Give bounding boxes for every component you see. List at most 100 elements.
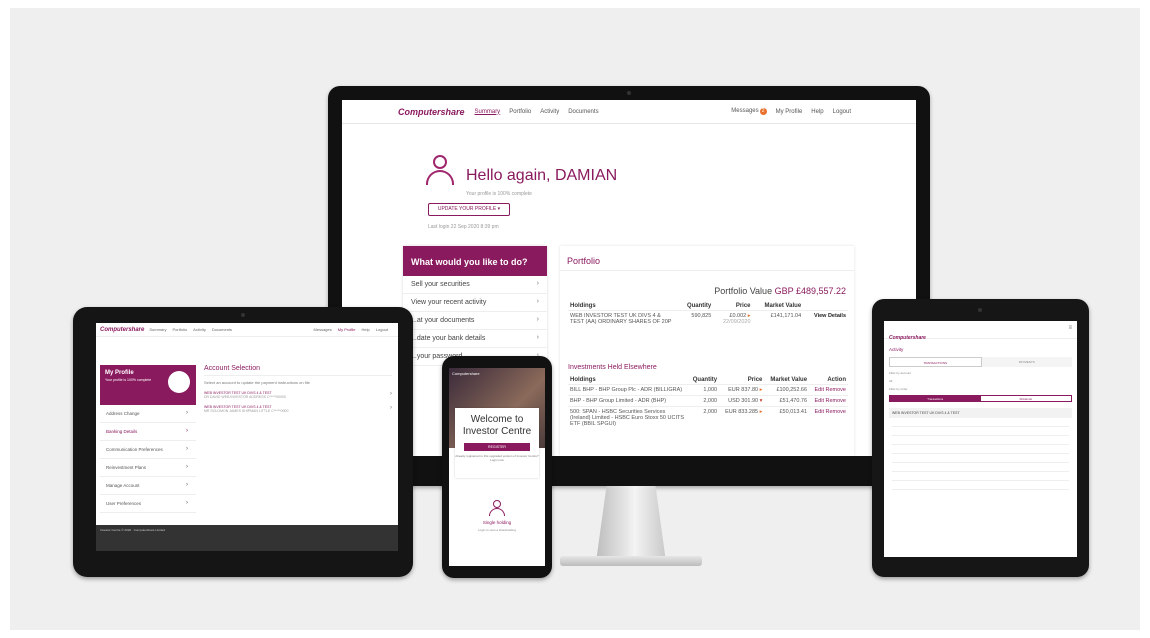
action-bank-details[interactable]: ...date your bank details › [403, 330, 547, 348]
toggle-dividends[interactable]: Dividends [981, 396, 1072, 401]
account-row[interactable]: WEB INVESTOR TEST UK DIVS 4 & TEST MR SOL… [204, 405, 392, 413]
tablet-device: Computershare Summary Portfolio Activity… [73, 307, 413, 577]
holding-name: BHP - BHP Group Limited - ADR (BHP) [568, 395, 688, 407]
filter-account-select[interactable]: All [884, 377, 1077, 385]
menu-address-change[interactable]: Address Change › [100, 405, 196, 423]
nav-my-profile[interactable]: My Profile [776, 109, 803, 115]
menu-manage-account[interactable]: Manage Account › [100, 477, 196, 495]
holding-value: £141,171.04 [752, 310, 804, 327]
logo[interactable]: Computershare [398, 107, 465, 117]
arrow-down-icon: ▾ [759, 398, 763, 404]
nav-portfolio[interactable]: Portfolio [509, 109, 531, 115]
single-holding-link[interactable]: Single holding [449, 520, 545, 525]
chevron-down-icon: ▾ [497, 206, 501, 212]
menu-label: Communication Preferences [106, 447, 163, 452]
edit-remove-links[interactable]: Edit Remove [809, 406, 848, 429]
nav-messages[interactable]: Messages [314, 327, 332, 332]
filter-order-label: Filter by order [889, 387, 908, 391]
table-row [892, 418, 1069, 427]
action-label: ...at your documents [411, 317, 475, 324]
account-accordion[interactable]: WEB INVESTOR TEST UK DIVS 4 & TEST [889, 408, 1072, 418]
nav-summary[interactable]: Summary [475, 109, 501, 115]
col-holdings: Holdings [570, 303, 596, 309]
chevron-right-icon: › [536, 334, 539, 341]
table-row: WEB INVESTOR TEST UK DIVS 4 & TEST (AA) … [568, 310, 848, 327]
menu-banking-details[interactable]: Banking Details › [100, 423, 196, 441]
holding-qty: 1,000 [688, 384, 720, 396]
chevron-right-icon: › [186, 482, 188, 488]
nav-messages-label: Messages [731, 108, 759, 114]
tab-transactions[interactable]: TRANSACTIONS [889, 357, 982, 367]
nav-summary[interactable]: Summary [149, 327, 166, 332]
menu-user-preferences[interactable]: User Preferences › [100, 495, 196, 513]
desktop-monitor: Computershare Summary Portfolio Activity… [328, 86, 930, 486]
update-profile-button[interactable]: UPDATE YOUR PROFILE ▾ [428, 203, 510, 216]
tablet-portrait-device: Computershare ≡ Activity TRANSACTIONS PA… [872, 299, 1089, 577]
action-documents[interactable]: ...at your documents › [403, 312, 547, 330]
view-details-link[interactable]: View Details [803, 310, 848, 327]
user-icon [426, 155, 454, 185]
holding-qty: 590,825 [678, 310, 714, 327]
table-row: BILL BHP - BHP Group Plc - ADR (BILLIGRA… [568, 384, 848, 396]
tab-payments[interactable]: PAYMENTS [981, 357, 1072, 367]
menu-label: Address Change [106, 411, 140, 416]
edit-remove-links[interactable]: Edit Remove [809, 384, 848, 396]
update-profile-label: UPDATE YOUR PROFILE [437, 206, 497, 212]
chevron-right-icon: › [186, 410, 188, 416]
holding-price: EUR 833.285 ▸ [719, 406, 765, 429]
nav-activity[interactable]: Activity [540, 109, 559, 115]
nav-documents[interactable]: Documents [568, 109, 598, 115]
hamburger-menu-icon[interactable]: ≡ [1068, 325, 1072, 331]
chevron-right-icon: › [536, 298, 539, 305]
action-sell-securities[interactable]: Sell your securities › [403, 276, 547, 294]
nav-portfolio[interactable]: Portfolio [172, 327, 187, 332]
nav-activity[interactable]: Activity [193, 327, 206, 332]
nav-my-profile[interactable]: My Profile [338, 327, 356, 332]
holding-qty: 2,000 [688, 406, 720, 429]
holding-price: £0.002 ▸ 22/09/2020 [713, 310, 753, 327]
monitor-stand [596, 486, 666, 562]
nav-help[interactable]: Help [811, 109, 823, 115]
price-value: EUR 833.285 [725, 409, 759, 415]
table-row: BHP - BHP Group Limited - ADR (BHP) 2,00… [568, 395, 848, 407]
account-row[interactable]: WEB INVESTOR TEST UK DIVS 4 & TEST DR DAV… [204, 391, 392, 399]
holding-name: WEB INVESTOR TEST UK DIVS 4 & TEST (AA) … [568, 310, 678, 327]
action-view-activity[interactable]: View your recent activity › [403, 294, 547, 312]
action-label: View your recent activity [411, 299, 487, 306]
holdings-table: Holdings Quantity Price Market Value WEB… [568, 302, 848, 327]
desktop-nav: Computershare Summary Portfolio Activity… [342, 100, 916, 124]
holding-value: £50,013.41 [764, 406, 810, 429]
col-quantity: Quantity [692, 377, 718, 383]
nav-logout[interactable]: Logout [376, 327, 388, 332]
holding-value: £51,470.76 [764, 395, 810, 407]
avatar-icon [168, 371, 190, 393]
logo[interactable]: Computershare [100, 327, 144, 333]
account-selection: Account Selection Select an account to u… [204, 365, 392, 543]
register-button[interactable]: REGISTER [464, 443, 530, 451]
portfolio-value: Portfolio Value GBP £489,557.22 [714, 286, 846, 296]
divider [560, 270, 854, 271]
activity-tabs: TRANSACTIONS PAYMENTS [889, 357, 1072, 367]
chevron-right-icon: › [186, 464, 188, 470]
welcome-card: Welcome to Investor Centre REGISTER Alre… [455, 408, 539, 478]
chevron-right-icon: › [186, 500, 188, 506]
camera-icon [627, 91, 631, 95]
nav-messages[interactable]: Messages 2 [731, 108, 767, 115]
elsewhere-title: Investments Held Elsewhere [568, 364, 657, 371]
toggle-transactions[interactable]: Transactions [890, 396, 981, 401]
profile-header: My Profile Your profile is 100% complete [100, 365, 196, 405]
portfolio-title: Portfolio [567, 256, 601, 266]
menu-reinvestment[interactable]: Reinvestment Plans › [100, 459, 196, 477]
last-login: Last login 22 Sep 2020 8:39 pm [428, 224, 499, 230]
chevron-right-icon: › [536, 316, 539, 323]
table-row [892, 454, 1069, 463]
elsewhere-table: Holdings Quantity Price Market Value Act… [568, 376, 848, 429]
portfolio-panel: Portfolio Portfolio Value GBP £489,557.2… [560, 246, 854, 456]
edit-remove-links[interactable]: Edit Remove [809, 395, 848, 407]
menu-communication[interactable]: Communication Preferences › [100, 441, 196, 459]
nav-documents[interactable]: Documents [212, 327, 232, 332]
nav-logout[interactable]: Logout [833, 109, 851, 115]
nav-help[interactable]: Help [362, 327, 370, 332]
logo[interactable]: Computershare [889, 335, 926, 341]
user-icon [489, 500, 505, 516]
